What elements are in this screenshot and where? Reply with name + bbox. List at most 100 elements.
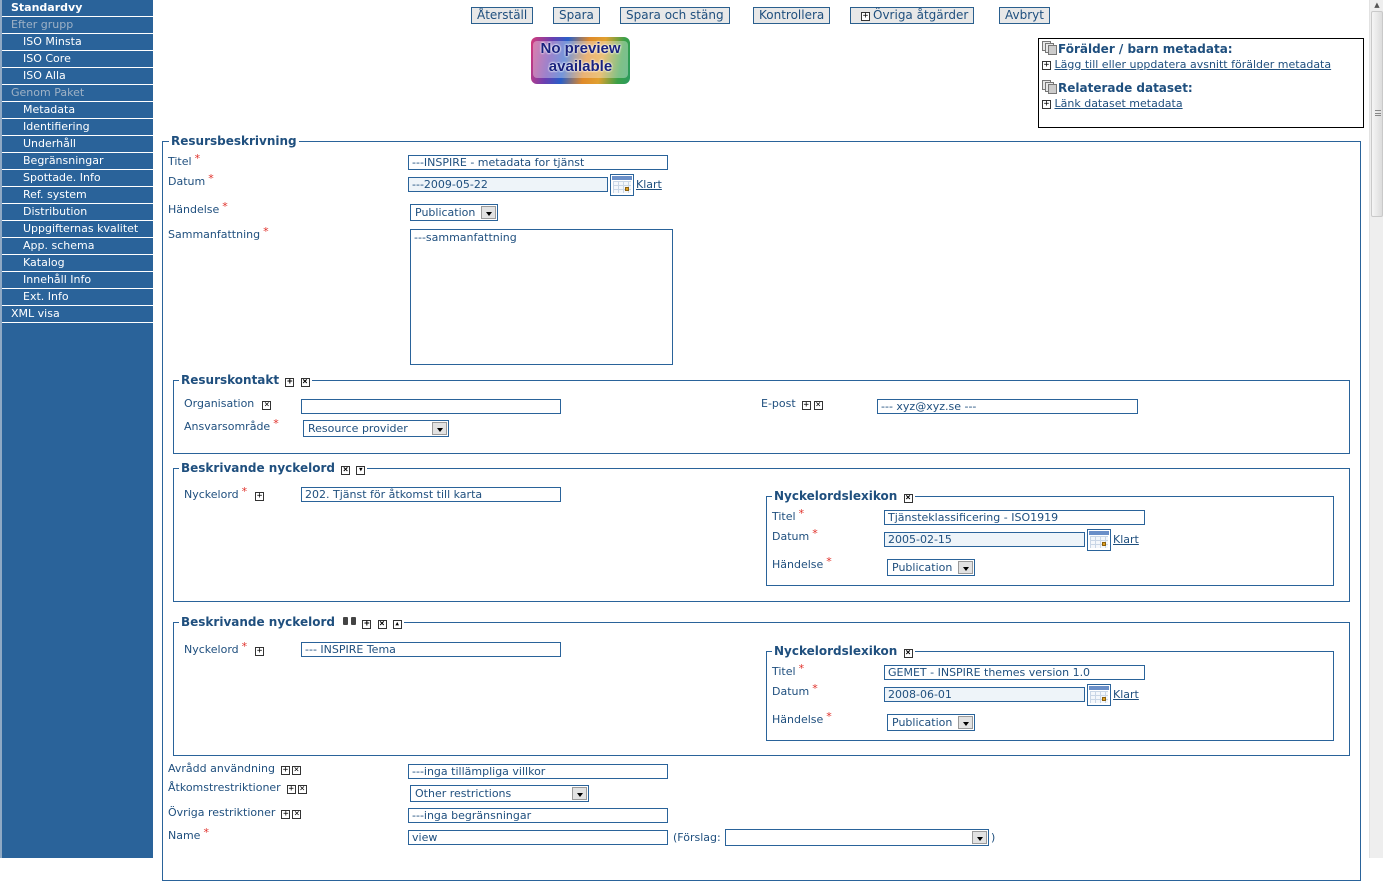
remove-icon[interactable]: ×: [377, 620, 387, 629]
move-up-icon[interactable]: ▴: [392, 620, 402, 629]
sidebar-item-uppgifternas-kvalitet[interactable]: Uppgifternas kvalitet: [2, 221, 153, 238]
parent-child-heading-text: Förälder / barn metadata:: [1058, 42, 1233, 56]
required-icon: *: [263, 225, 269, 238]
add-icon[interactable]: +: [255, 492, 265, 501]
save-close-button[interactable]: Spara och stäng: [620, 7, 730, 24]
binoculars-icon[interactable]: [343, 615, 357, 626]
thesaurus-event-select-1[interactable]: Publication: [887, 559, 975, 576]
link-dataset-link[interactable]: Länk dataset metadata: [1055, 97, 1183, 110]
required-icon: *: [826, 710, 832, 723]
other-constraints-input[interactable]: ---inga begränsningar: [408, 808, 668, 823]
update-parent-link[interactable]: Lägg till eller uppdatera avsnitt föräld…: [1055, 58, 1332, 71]
check-button[interactable]: Kontrollera: [753, 7, 831, 24]
role-label: Ansvarsområde *: [184, 417, 279, 433]
date-done-link[interactable]: Klart: [636, 178, 662, 191]
organisation-label: Organisation ×: [184, 397, 272, 410]
sidebar-item-ext-info[interactable]: Ext. Info: [2, 289, 153, 306]
sidebar-item-iso-minsta[interactable]: ISO Minsta: [2, 34, 153, 51]
calendar-icon[interactable]: [1087, 529, 1111, 551]
remove-icon[interactable]: ×: [813, 401, 823, 410]
remove-icon[interactable]: ×: [903, 494, 913, 503]
scroll-thumb[interactable]: [1371, 11, 1383, 217]
scroll-up-arrow-icon[interactable]: ▲: [1370, 0, 1383, 11]
sidebar-item-spottade-info[interactable]: Spottade. Info: [2, 170, 153, 187]
required-icon: *: [241, 485, 248, 498]
thesaurus-date-done-link-2[interactable]: Klart: [1113, 688, 1139, 701]
use-limitation-input[interactable]: ---inga tillämpliga villkor: [408, 764, 668, 779]
remove-icon[interactable]: ×: [341, 466, 351, 475]
required-icon: *: [203, 826, 209, 839]
save-button[interactable]: Spara: [553, 7, 600, 24]
required-icon: *: [222, 200, 228, 213]
date-input[interactable]: ---2009-05-22: [408, 177, 608, 192]
title-input[interactable]: ---INSPIRE - metadata for tjänst: [408, 155, 668, 170]
event-select-value: Publication: [415, 206, 476, 219]
sidebar-item-begränsningar[interactable]: Begränsningar: [2, 153, 153, 170]
keyword-input-1[interactable]: 202. Tjänst för åtkomst till karta: [301, 487, 561, 502]
thesaurus-date-done-link-1[interactable]: Klart: [1113, 533, 1139, 546]
grip-icon: [1375, 110, 1381, 116]
move-down-icon[interactable]: ▾: [356, 466, 366, 475]
keywords-legend-2: Beskrivande nyckelord + × ▴: [179, 615, 404, 629]
vertical-scrollbar[interactable]: ▲: [1369, 0, 1383, 858]
sidebar-item-app-schema[interactable]: App. schema: [2, 238, 153, 255]
name-label: Name *: [168, 826, 209, 842]
add-icon[interactable]: +: [362, 620, 372, 629]
remove-icon[interactable]: ×: [262, 401, 272, 410]
email-input[interactable]: --- xyz@xyz.se ---: [877, 399, 1138, 414]
cancel-button[interactable]: Avbryt: [999, 7, 1050, 24]
expand-icon: +: [861, 11, 870, 21]
abstract-textarea[interactable]: ---sammanfattning: [410, 229, 673, 365]
thesaurus-date-input-2[interactable]: 2008-06-01: [884, 687, 1085, 702]
sidebar-item-innehåll-info[interactable]: Innehåll Info: [2, 272, 153, 289]
organisation-input[interactable]: [301, 399, 561, 414]
expand-icon[interactable]: +: [1042, 60, 1051, 70]
name-input[interactable]: view: [408, 830, 668, 845]
add-icon[interactable]: +: [281, 766, 291, 775]
suggest-close-paren: ): [991, 831, 996, 844]
chevron-down-icon: [972, 831, 987, 844]
thesaurus-date-input-1[interactable]: 2005-02-15: [884, 532, 1085, 547]
calendar-icon[interactable]: [610, 174, 634, 196]
reset-button[interactable]: Återställ: [471, 7, 534, 24]
add-icon[interactable]: +: [255, 647, 265, 656]
add-icon[interactable]: +: [286, 785, 296, 794]
remove-icon[interactable]: ×: [292, 810, 302, 819]
remove-icon[interactable]: ×: [903, 649, 913, 658]
remove-icon[interactable]: ×: [297, 785, 307, 794]
keyword-input-2[interactable]: --- INSPIRE Tema: [301, 642, 561, 657]
role-select[interactable]: Resource provider: [303, 420, 449, 437]
add-icon[interactable]: +: [281, 810, 291, 819]
calendar-icon[interactable]: [1087, 684, 1111, 706]
other-actions-button[interactable]: + Övriga åtgärder: [850, 7, 975, 24]
sidebar-item-distribution[interactable]: Distribution: [2, 204, 153, 221]
event-select[interactable]: Publication: [410, 204, 498, 221]
event-label: Händelse *: [168, 200, 228, 216]
thesaurus-event-select-2[interactable]: Publication: [887, 714, 975, 731]
sidebar-item-ref-system[interactable]: Ref. system: [2, 187, 153, 204]
preview-text: No preview available: [531, 40, 630, 76]
thesaurus-title-input-1[interactable]: Tjänsteklassificering - ISO1919: [884, 510, 1145, 525]
sidebar-item-iso-alla[interactable]: ISO Alla: [2, 68, 153, 85]
thesaurus-date-label-2: Datum *: [772, 682, 818, 698]
remove-icon[interactable]: ×: [292, 766, 302, 775]
access-constraints-select[interactable]: Other restrictions: [410, 785, 589, 802]
add-icon[interactable]: +: [285, 378, 295, 387]
expand-icon[interactable]: +: [1042, 99, 1051, 109]
preview-line-2: available: [548, 58, 613, 75]
sidebar-item-xml-visa[interactable]: XML visa: [2, 306, 153, 323]
access-constraints-value: Other restrictions: [415, 787, 512, 800]
thesaurus-date-label-1: Datum *: [772, 527, 818, 543]
add-icon[interactable]: +: [801, 401, 811, 410]
sidebar-item-identifiering[interactable]: Identifiering: [2, 119, 153, 136]
related-dataset-heading: Relaterade dataset:: [1042, 80, 1360, 96]
sidebar-item-iso-core[interactable]: ISO Core: [2, 51, 153, 68]
sidebar-item-katalog[interactable]: Katalog: [2, 255, 153, 272]
suggest-select[interactable]: [725, 829, 989, 846]
remove-icon[interactable]: ×: [300, 378, 310, 387]
no-preview-image: No preview available: [531, 37, 630, 84]
sidebar-item-metadata[interactable]: Metadata: [2, 102, 153, 119]
sidebar-item-underhåll[interactable]: Underhåll: [2, 136, 153, 153]
sidebar-item-standardvy[interactable]: Standardvy: [2, 0, 153, 17]
thesaurus-title-input-2[interactable]: GEMET - INSPIRE themes version 1.0: [884, 665, 1145, 680]
